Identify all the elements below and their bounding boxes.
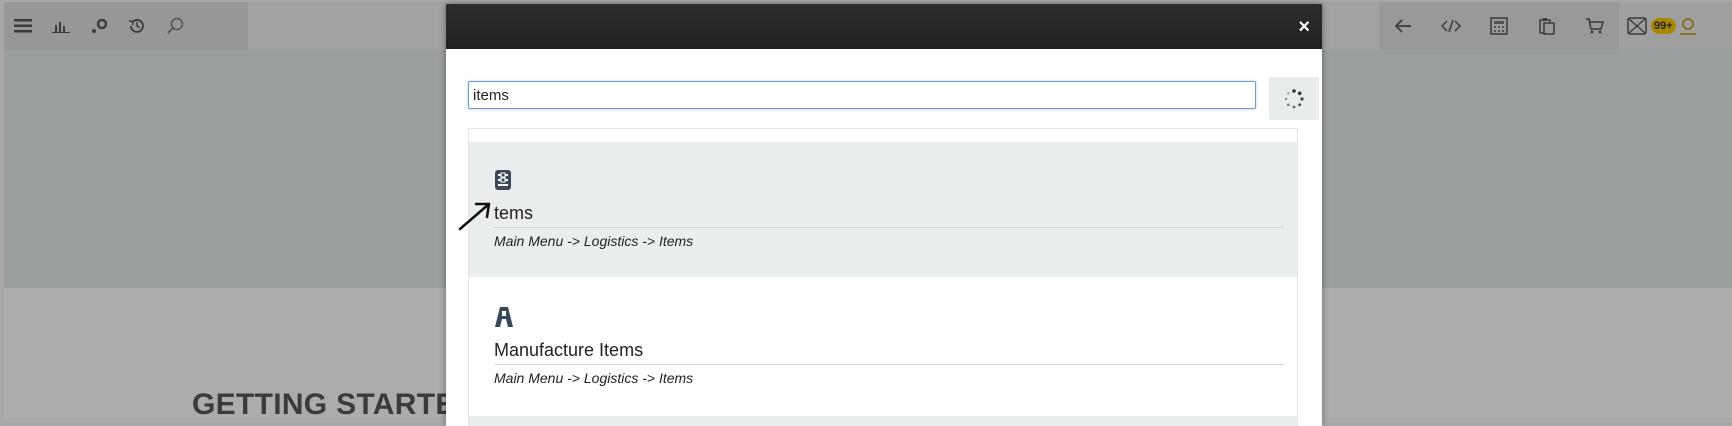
result-item-items[interactable]: tems Main Menu -> Logistics -> Items [469,142,1297,277]
search-row [468,77,1319,121]
search-results-list: tems Main Menu -> Logistics -> Items Man… [468,128,1298,426]
result-title: Manufacture Items [494,340,1284,365]
manufacture-icon [494,306,514,333]
loading-spinner [1269,77,1319,120]
search-modal: × tems Main Menu -> Logistics -> Items [446,4,1322,426]
result-title: tems [494,203,1284,228]
result-path: Main Menu -> Logistics -> Items [494,370,694,386]
search-input[interactable] [468,81,1256,109]
mouse-cursor-icon [458,202,491,231]
spinner-icon [1284,88,1304,108]
result-item-next[interactable] [469,416,1297,426]
modal-header: × [446,4,1322,49]
result-item-manufacture-items[interactable]: Manufacture Items Main Menu -> Logistics… [469,279,1297,414]
close-button[interactable]: × [1298,17,1310,37]
warehouse-icon [494,169,512,196]
result-path: Main Menu -> Logistics -> Items [494,233,694,249]
